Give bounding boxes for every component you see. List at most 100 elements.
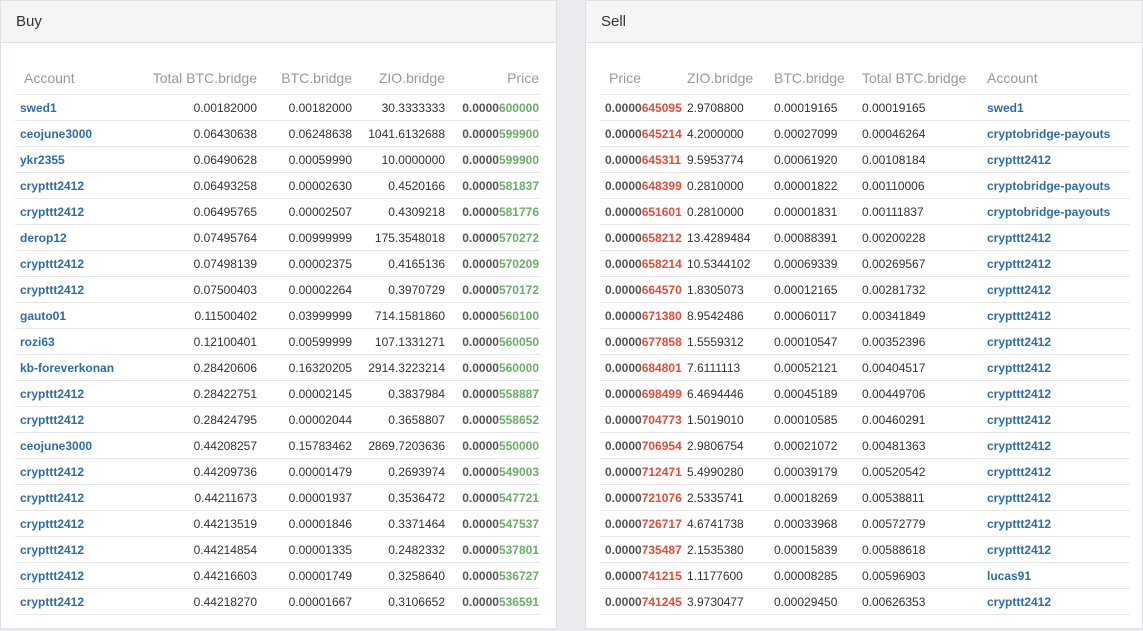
sell-order-row[interactable]: 0.0000671380 8.9542486 0.00060117 0.0034184… — [600, 302, 1130, 329]
buy-order-row[interactable]: crypttt2412 0.44209736 0.00001479 0.2693974… — [15, 458, 539, 485]
buy-total-btc: 0.06490628 — [122, 146, 257, 173]
sell-price-cell: 0.0000726717 — [600, 510, 687, 537]
buy-order-row[interactable]: crypttt2412 0.28424795 0.00002044 0.3658807… — [15, 406, 539, 433]
sell-zio-amount: 4.6741738 — [687, 510, 774, 537]
sell-account-link[interactable]: cryptobridge-payouts — [987, 120, 1130, 147]
sell-account-link[interactable]: crypttt2412 — [987, 224, 1130, 251]
sell-order-row[interactable]: 0.0000741215 1.1177600 0.00008285 0.0059690… — [600, 562, 1130, 589]
sell-account-link[interactable]: crypttt2412 — [987, 250, 1130, 277]
buy-account-link[interactable]: rozi63 — [15, 328, 122, 355]
buy-col-account[interactable]: Account — [15, 62, 122, 95]
sell-order-row[interactable]: 0.0000741245 3.9730477 0.00029450 0.0062635… — [600, 588, 1130, 615]
buy-account-link[interactable]: crypttt2412 — [15, 250, 122, 277]
sell-account-link[interactable]: crypttt2412 — [987, 380, 1130, 407]
buy-col-zio[interactable]: ZIO.bridge — [352, 62, 445, 95]
sell-account-link[interactable]: crypttt2412 — [987, 458, 1130, 485]
buy-total-btc: 0.06495765 — [122, 198, 257, 225]
sell-price-cell: 0.0000648399 — [600, 172, 687, 199]
buy-zio-amount: 0.3970729 — [352, 276, 445, 303]
buy-account-link[interactable]: crypttt2412 — [15, 406, 122, 433]
buy-order-row[interactable]: crypttt2412 0.44218270 0.00001667 0.3106652… — [15, 588, 539, 615]
sell-account-link[interactable]: cryptobridge-payouts — [987, 198, 1130, 225]
buy-order-row[interactable]: ykr2355 0.06490628 0.00059990 10.0000000 0.0… — [15, 146, 539, 173]
buy-col-btc[interactable]: BTC.bridge — [257, 62, 352, 95]
buy-account-link[interactable]: ceojune3000 — [15, 120, 122, 147]
price-prefix: 0.0000 — [605, 360, 642, 375]
buy-account-link[interactable]: kb-foreverkonan — [15, 354, 122, 381]
buy-btc-amount: 0.00002264 — [257, 276, 352, 303]
buy-account-link[interactable]: crypttt2412 — [15, 198, 122, 225]
sell-col-price[interactable]: Price — [600, 62, 687, 95]
sell-account-link[interactable]: crypttt2412 — [987, 588, 1130, 615]
sell-account-link[interactable]: crypttt2412 — [987, 432, 1130, 459]
buy-order-row[interactable]: gauto01 0.11500402 0.03999999 714.1581860 0.… — [15, 302, 539, 329]
sell-account-link[interactable]: crypttt2412 — [987, 276, 1130, 303]
sell-order-row[interactable]: 0.0000735487 2.1535380 0.00015839 0.0058861… — [600, 536, 1130, 563]
sell-order-row[interactable]: 0.0000684801 7.6111113 0.00052121 0.0040451… — [600, 354, 1130, 381]
buy-order-row[interactable]: kb-foreverkonan 0.28420606 0.16320205 2914.… — [15, 354, 539, 381]
buy-order-row[interactable]: crypttt2412 0.06495765 0.00002507 0.4309218… — [15, 198, 539, 225]
buy-account-link[interactable]: crypttt2412 — [15, 276, 122, 303]
buy-account-link[interactable]: crypttt2412 — [15, 588, 122, 615]
sell-order-row[interactable]: 0.0000648399 0.2810000 0.00001822 0.0011000… — [600, 172, 1130, 199]
sell-col-btc[interactable]: BTC.bridge — [774, 62, 862, 95]
buy-order-row[interactable]: swed1 0.00182000 0.00182000 30.3333333 0.000… — [15, 94, 539, 121]
sell-order-row[interactable]: 0.0000704773 1.5019010 0.00010585 0.0046029… — [600, 406, 1130, 433]
buy-order-row[interactable]: crypttt2412 0.06493258 0.00002630 0.4520166… — [15, 172, 539, 199]
buy-order-row[interactable]: ceojune3000 0.06430638 0.06248638 1041.6132… — [15, 120, 539, 147]
sell-order-row[interactable]: 0.0000664570 1.8305073 0.00012165 0.0028173… — [600, 276, 1130, 303]
sell-account-link[interactable]: crypttt2412 — [987, 510, 1130, 537]
buy-account-link[interactable]: crypttt2412 — [15, 484, 122, 511]
sell-account-link[interactable]: lucas91 — [987, 562, 1130, 589]
sell-account-link[interactable]: swed1 — [987, 94, 1130, 121]
buy-order-row[interactable]: crypttt2412 0.07500403 0.00002264 0.3970729… — [15, 276, 539, 303]
buy-order-row[interactable]: ceojune3000 0.44208257 0.15783462 2869.7203… — [15, 432, 539, 459]
sell-order-row[interactable]: 0.0000726717 4.6741738 0.00033968 0.0057277… — [600, 510, 1130, 537]
sell-col-account[interactable]: Account — [987, 62, 1130, 95]
buy-account-link[interactable]: crypttt2412 — [15, 172, 122, 199]
sell-order-row[interactable]: 0.0000658214 10.5344102 0.00069339 0.002695… — [600, 250, 1130, 277]
buy-account-link[interactable]: derop12 — [15, 224, 122, 251]
buy-price-cell: 0.0000570272 — [445, 224, 539, 251]
sell-order-row[interactable]: 0.0000706954 2.9806754 0.00021072 0.0048136… — [600, 432, 1130, 459]
sell-order-row[interactable]: 0.0000721076 2.5335741 0.00018269 0.0053881… — [600, 484, 1130, 511]
sell-order-row[interactable]: 0.0000651601 0.2810000 0.00001831 0.0011183… — [600, 198, 1130, 225]
sell-order-row[interactable]: 0.0000645095 2.9708800 0.00019165 0.0001916… — [600, 94, 1130, 121]
buy-account-link[interactable]: crypttt2412 — [15, 510, 122, 537]
sell-order-row[interactable]: 0.0000698499 6.4694446 0.00045189 0.0044970… — [600, 380, 1130, 407]
buy-order-row[interactable]: derop12 0.07495764 0.00999999 175.3548018 0.… — [15, 224, 539, 251]
buy-order-row[interactable]: crypttt2412 0.44213519 0.00001846 0.3371464… — [15, 510, 539, 537]
sell-account-link[interactable]: crypttt2412 — [987, 302, 1130, 329]
sell-order-row[interactable]: 0.0000645311 9.5953774 0.00061920 0.0010818… — [600, 146, 1130, 173]
buy-account-link[interactable]: crypttt2412 — [15, 458, 122, 485]
buy-col-total-btc[interactable]: Total BTC.bridge — [122, 62, 257, 95]
sell-account-link[interactable]: crypttt2412 — [987, 328, 1130, 355]
buy-account-link[interactable]: ceojune3000 — [15, 432, 122, 459]
sell-order-row[interactable]: 0.0000712471 5.4990280 0.00039179 0.0052054… — [600, 458, 1130, 485]
buy-order-row[interactable]: crypttt2412 0.07498139 0.00002375 0.4165136… — [15, 250, 539, 277]
buy-order-row[interactable]: crypttt2412 0.44211673 0.00001937 0.3536472… — [15, 484, 539, 511]
buy-account-link[interactable]: gauto01 — [15, 302, 122, 329]
buy-account-link[interactable]: swed1 — [15, 94, 122, 121]
buy-account-link[interactable]: crypttt2412 — [15, 536, 122, 563]
sell-order-row[interactable]: 0.0000645214 4.2000000 0.00027099 0.0004626… — [600, 120, 1130, 147]
buy-order-row[interactable]: rozi63 0.12100401 0.00599999 107.1331271 0.0… — [15, 328, 539, 355]
sell-account-link[interactable]: crypttt2412 — [987, 354, 1130, 381]
buy-order-row[interactable]: crypttt2412 0.44216603 0.00001749 0.3258640… — [15, 562, 539, 589]
sell-account-link[interactable]: crypttt2412 — [987, 406, 1130, 433]
sell-account-link[interactable]: crypttt2412 — [987, 146, 1130, 173]
sell-col-zio[interactable]: ZIO.bridge — [687, 62, 774, 95]
buy-account-link[interactable]: crypttt2412 — [15, 562, 122, 589]
buy-col-price[interactable]: Price — [445, 62, 539, 95]
buy-price-cell: 0.0000599900 — [445, 120, 539, 147]
buy-account-link[interactable]: crypttt2412 — [15, 380, 122, 407]
sell-order-row[interactable]: 0.0000658212 13.4289484 0.00088391 0.002002… — [600, 224, 1130, 251]
sell-col-total-btc[interactable]: Total BTC.bridge — [862, 62, 987, 95]
sell-account-link[interactable]: crypttt2412 — [987, 484, 1130, 511]
sell-account-link[interactable]: cryptobridge-payouts — [987, 172, 1130, 199]
sell-order-row[interactable]: 0.0000677858 1.5559312 0.00010547 0.0035239… — [600, 328, 1130, 355]
buy-order-row[interactable]: crypttt2412 0.44214854 0.00001335 0.2482332… — [15, 536, 539, 563]
buy-order-row[interactable]: crypttt2412 0.28422751 0.00002145 0.3837984… — [15, 380, 539, 407]
buy-account-link[interactable]: ykr2355 — [15, 146, 122, 173]
sell-account-link[interactable]: crypttt2412 — [987, 536, 1130, 563]
